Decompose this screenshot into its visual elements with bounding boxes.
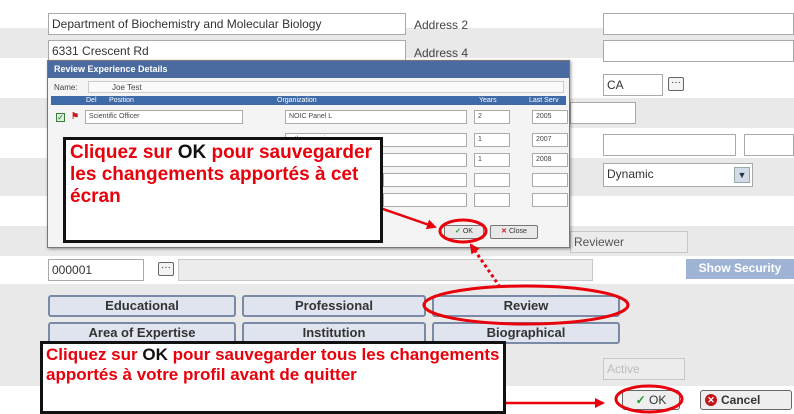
review-tab-highlight [422, 284, 630, 326]
dialog-ok-callout: Cliquez sur OK pour sauvegarder les chan… [63, 137, 383, 243]
callout1-part1: Cliquez sur [70, 142, 178, 163]
dialog-ok-highlight [438, 218, 488, 244]
review-dotted-arrow [469, 243, 502, 288]
callout1-ok: OK [177, 142, 207, 163]
callout2-part1: Cliquez sur [46, 345, 143, 364]
callout2-ok: OK [142, 345, 168, 364]
callout1-arrow [379, 206, 437, 230]
page-ok-highlight [614, 384, 684, 414]
page-ok-callout: Cliquez sur OK pour sauvegarder tous les… [40, 341, 506, 414]
